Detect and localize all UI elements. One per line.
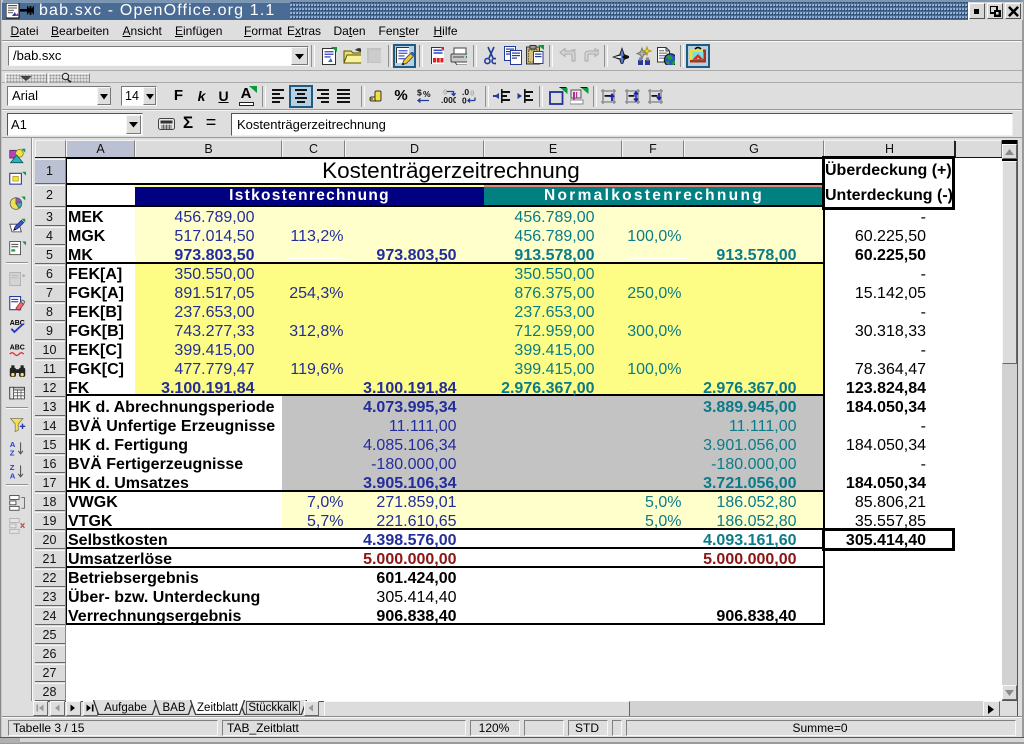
svg-text:0: 0 [470,91,475,99]
svg-text:ABC: ABC [10,319,25,326]
svg-text:Z: Z [10,463,15,472]
svg-text:A: A [10,440,16,449]
svg-text:Z: Z [10,448,15,457]
svg-text:ABC: ABC [10,344,25,351]
svg-text:0: 0 [462,96,467,105]
svg-text:A: A [10,471,16,480]
svg-text:%: % [423,89,431,99]
svg-text:$: $ [417,88,422,98]
svg-text:.000: .000 [441,95,456,104]
